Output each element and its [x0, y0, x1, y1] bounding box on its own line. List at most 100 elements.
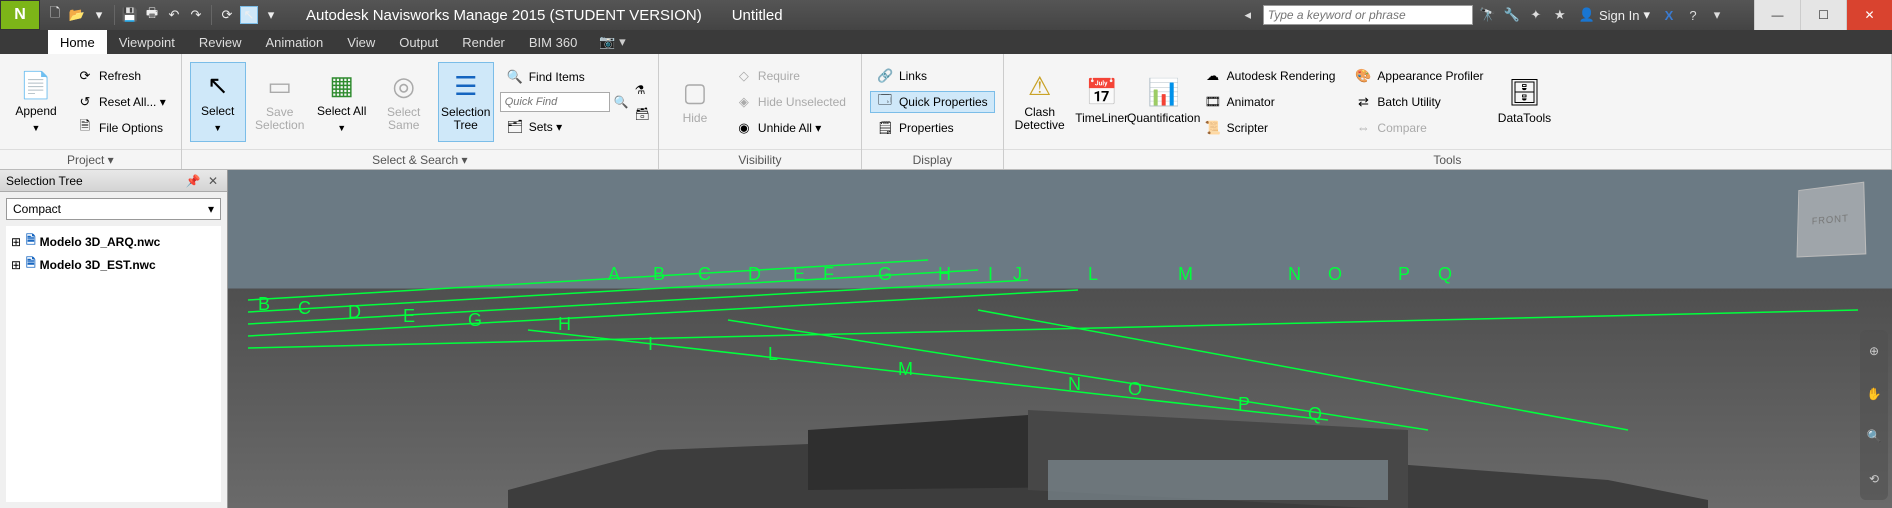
- tree-mode-select[interactable]: Compact ▾: [6, 198, 221, 220]
- steering-wheel-icon[interactable]: ⊕: [1869, 344, 1879, 358]
- tab-view[interactable]: View: [335, 30, 387, 54]
- panel-title-project[interactable]: Project ▾: [0, 149, 181, 169]
- selection-tree-title: Selection Tree: [6, 174, 83, 188]
- redo-icon[interactable]: ↷: [187, 6, 205, 24]
- file-options-button[interactable]: 🗎File Options: [70, 117, 173, 139]
- exchange-apps-icon[interactable]: X: [1660, 6, 1678, 24]
- ribbon: 📄 Append ▼ ⟳Refresh ↺Reset All... ▾ 🗎Fil…: [0, 54, 1892, 170]
- hide-button[interactable]: ▢Hide: [667, 62, 723, 142]
- panel-title-select[interactable]: Select & Search ▾: [182, 149, 658, 169]
- svg-text:H: H: [558, 314, 571, 334]
- quick-find-go-icon[interactable]: 🔍: [614, 95, 629, 109]
- require-button[interactable]: ◇Require: [729, 65, 853, 87]
- undo-icon[interactable]: ↶: [165, 6, 183, 24]
- maximize-button[interactable]: ☐: [1800, 0, 1846, 30]
- scripter-label: Scripter: [1227, 121, 1268, 135]
- sign-in-button[interactable]: 👤Sign In ▾: [1575, 7, 1654, 23]
- tab-bim360[interactable]: BIM 360: [517, 30, 589, 54]
- select-all-button[interactable]: ▦Select All▼: [314, 62, 370, 142]
- scripter-button[interactable]: 📜Scripter: [1198, 117, 1343, 139]
- tree-body: ⊞ 🗎 Modelo 3D_ARQ.nwc ⊞ 🗎 Modelo 3D_EST.…: [6, 226, 221, 502]
- search-nav-left-icon[interactable]: ◂: [1239, 6, 1257, 24]
- pin-icon[interactable]: 📌: [185, 173, 201, 189]
- expand-icon[interactable]: ⊞: [10, 258, 22, 272]
- help-dropdown-icon[interactable]: ▾: [1708, 6, 1726, 24]
- timeliner-button[interactable]: 📅TimeLiner: [1074, 62, 1130, 142]
- properties-button[interactable]: 🗒Properties: [870, 117, 995, 139]
- tab-output[interactable]: Output: [387, 30, 450, 54]
- print-icon[interactable]: 🖶: [143, 6, 161, 24]
- datatools-button[interactable]: 🗄DataTools: [1496, 62, 1552, 142]
- reset-label: Reset All... ▾: [99, 95, 166, 109]
- open-dropdown-icon[interactable]: ▾: [90, 6, 108, 24]
- batch-utility-button[interactable]: ⇄Batch Utility: [1348, 91, 1490, 113]
- qat-dropdown-icon[interactable]: ▾: [262, 6, 280, 24]
- title-right-cluster: ◂ 🔭 🔧 ✦ ★ 👤Sign In ▾ X ? ▾: [1239, 5, 1734, 25]
- animator-button[interactable]: 🎞Animator: [1198, 91, 1343, 113]
- reset-all-button[interactable]: ↺Reset All... ▾: [70, 91, 173, 113]
- panel-title-tools: Tools: [1004, 149, 1891, 169]
- sets-button[interactable]: 🗂Sets ▾: [500, 116, 629, 138]
- tab-render[interactable]: Render: [450, 30, 517, 54]
- compare-button[interactable]: ⇔Compare: [1348, 117, 1490, 139]
- tree-item[interactable]: ⊞ 🗎 Modelo 3D_EST.nwc: [10, 253, 217, 276]
- selection-sets-icon[interactable]: 🗃: [635, 107, 650, 121]
- close-panel-icon[interactable]: ✕: [205, 173, 221, 189]
- svg-text:M: M: [1178, 264, 1193, 284]
- svg-text:J: J: [1013, 264, 1022, 284]
- refresh-button[interactable]: ⟳Refresh: [70, 65, 173, 87]
- appearance-profiler-button[interactable]: 🎨Appearance Profiler: [1348, 65, 1490, 87]
- require-icon: ◇: [736, 68, 752, 84]
- svg-text:F: F: [823, 264, 834, 284]
- minimize-button[interactable]: —: [1754, 0, 1800, 30]
- new-icon[interactable]: 🗋: [46, 6, 64, 24]
- tree-item[interactable]: ⊞ 🗎 Modelo 3D_ARQ.nwc: [10, 230, 217, 253]
- append-icon: 📄: [20, 70, 52, 101]
- wrench-icon[interactable]: 🔧: [1503, 6, 1521, 24]
- keyword-search-input[interactable]: [1263, 5, 1473, 25]
- app-logo[interactable]: N: [0, 0, 40, 30]
- navigation-bar[interactable]: ⊕ ✋ 🔍 ⟲: [1860, 330, 1888, 500]
- panel-title-visibility: Visibility: [659, 149, 861, 169]
- pointer-icon[interactable]: ↖: [240, 6, 258, 24]
- tab-review[interactable]: Review: [187, 30, 254, 54]
- selection-tree-label: Selection Tree: [441, 106, 491, 132]
- compare-label: Compare: [1377, 121, 1426, 135]
- 3d-viewport[interactable]: ABCDEFGHIJLMNOPQBCDEGHILMNOPQ FRONT ⊕ ✋ …: [228, 170, 1892, 508]
- find-items-button[interactable]: 🔍Find Items: [500, 66, 629, 88]
- help-icon[interactable]: ?: [1684, 6, 1702, 24]
- clash-detective-button[interactable]: ⚠Clash Detective: [1012, 62, 1068, 142]
- orbit-icon[interactable]: ⟲: [1869, 472, 1879, 486]
- exchange-icon[interactable]: ✦: [1527, 6, 1545, 24]
- unhide-all-button[interactable]: ◉Unhide All ▾: [729, 117, 853, 139]
- quantification-button[interactable]: 📊Quantification: [1136, 62, 1192, 142]
- append-button[interactable]: 📄 Append ▼: [8, 62, 64, 142]
- links-button[interactable]: 🔗Links: [870, 65, 995, 87]
- select-same-button[interactable]: ◎Select Same: [376, 62, 432, 142]
- autodesk-rendering-button[interactable]: ☁Autodesk Rendering: [1198, 65, 1343, 87]
- quick-properties-button[interactable]: 🗔Quick Properties: [870, 91, 995, 113]
- save-icon[interactable]: 💾: [121, 6, 139, 24]
- zoom-icon[interactable]: 🔍: [1867, 429, 1882, 443]
- camera-icon[interactable]: 📷 ▾: [599, 30, 625, 54]
- binoculars-icon[interactable]: 🔭: [1479, 6, 1497, 24]
- select-same-label: Select Same: [379, 106, 429, 132]
- hide-unselected-button[interactable]: ◈Hide Unselected: [729, 91, 853, 113]
- refresh-icon[interactable]: ⟳: [218, 6, 236, 24]
- close-button[interactable]: ✕: [1846, 0, 1892, 30]
- tab-home[interactable]: Home: [48, 30, 107, 54]
- quick-find-input[interactable]: [500, 92, 610, 112]
- svg-text:E: E: [403, 306, 415, 326]
- filter-icon[interactable]: ⚗: [635, 83, 650, 97]
- open-icon[interactable]: 📂: [68, 6, 86, 24]
- expand-icon[interactable]: ⊞: [10, 235, 22, 249]
- save-selection-button[interactable]: ▭Save Selection: [252, 62, 308, 142]
- tab-animation[interactable]: Animation: [253, 30, 335, 54]
- favorite-icon[interactable]: ★: [1551, 6, 1569, 24]
- select-button[interactable]: ↖Select▼: [190, 62, 246, 142]
- view-cube[interactable]: FRONT: [1797, 182, 1867, 258]
- tab-viewpoint[interactable]: Viewpoint: [107, 30, 187, 54]
- selection-tree-button[interactable]: ☰Selection Tree: [438, 62, 494, 142]
- svg-text:L: L: [1088, 264, 1098, 284]
- pan-icon[interactable]: ✋: [1867, 387, 1882, 401]
